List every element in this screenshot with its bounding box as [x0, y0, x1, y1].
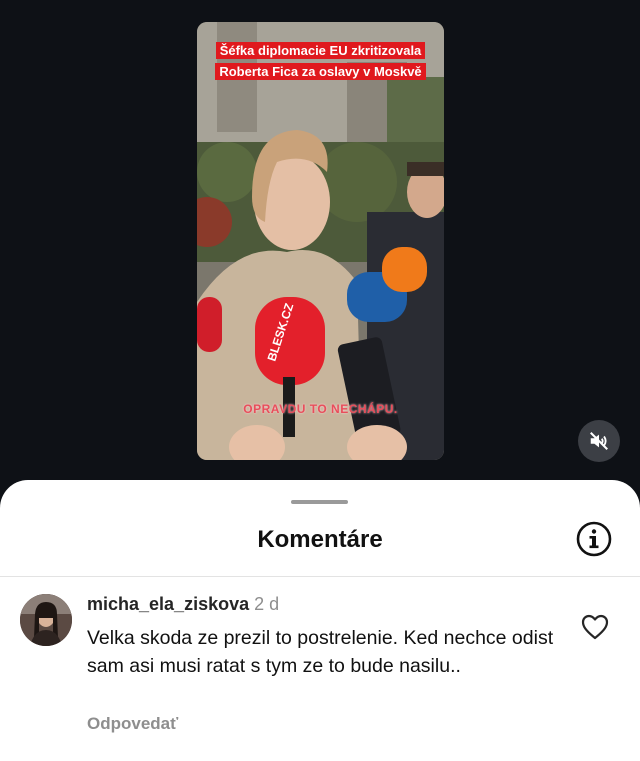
- comment-username[interactable]: micha_ela_ziskova: [87, 594, 249, 614]
- comment-time: 2 d: [254, 594, 280, 614]
- headline-line-2: Roberta Fica za oslavy v Moskvě: [215, 63, 426, 80]
- reel-video[interactable]: BLESK.CZ Šéfka diplomacie EU zkritizoval…: [197, 22, 444, 460]
- reply-button[interactable]: Odpovedať: [87, 714, 178, 734]
- headline-line-1: Šéfka diplomacie EU zkritizovala: [215, 42, 426, 59]
- video-frame-image: BLESK.CZ: [197, 22, 444, 460]
- video-headline: Šéfka diplomacie EU zkritizovala Roberta…: [203, 40, 438, 82]
- speaker-muted-icon: [590, 432, 608, 450]
- sheet-title: Komentáre: [257, 526, 383, 553]
- info-icon[interactable]: [575, 520, 613, 558]
- sheet-drag-handle[interactable]: [291, 500, 348, 504]
- mute-toggle-button[interactable]: [578, 420, 620, 462]
- comment-meta: micha_ela_ziskova 2 d: [87, 594, 279, 615]
- comments-sheet: Komentáre micha_ela_ziskova 2 d Velka sko…: [0, 480, 640, 761]
- comment-text: Velka skoda ze prezil to postrelenie. Ke…: [87, 627, 554, 677]
- instagram-reel-screen: BLESK.CZ Šéfka diplomacie EU zkritizoval…: [0, 0, 640, 761]
- video-caption: OPRAVDU TO NECHÁPU.: [243, 402, 398, 416]
- heart-outline-icon[interactable]: [581, 614, 609, 640]
- avatar-image: [20, 594, 72, 646]
- sheet-divider: [0, 576, 640, 577]
- avatar[interactable]: [20, 594, 72, 646]
